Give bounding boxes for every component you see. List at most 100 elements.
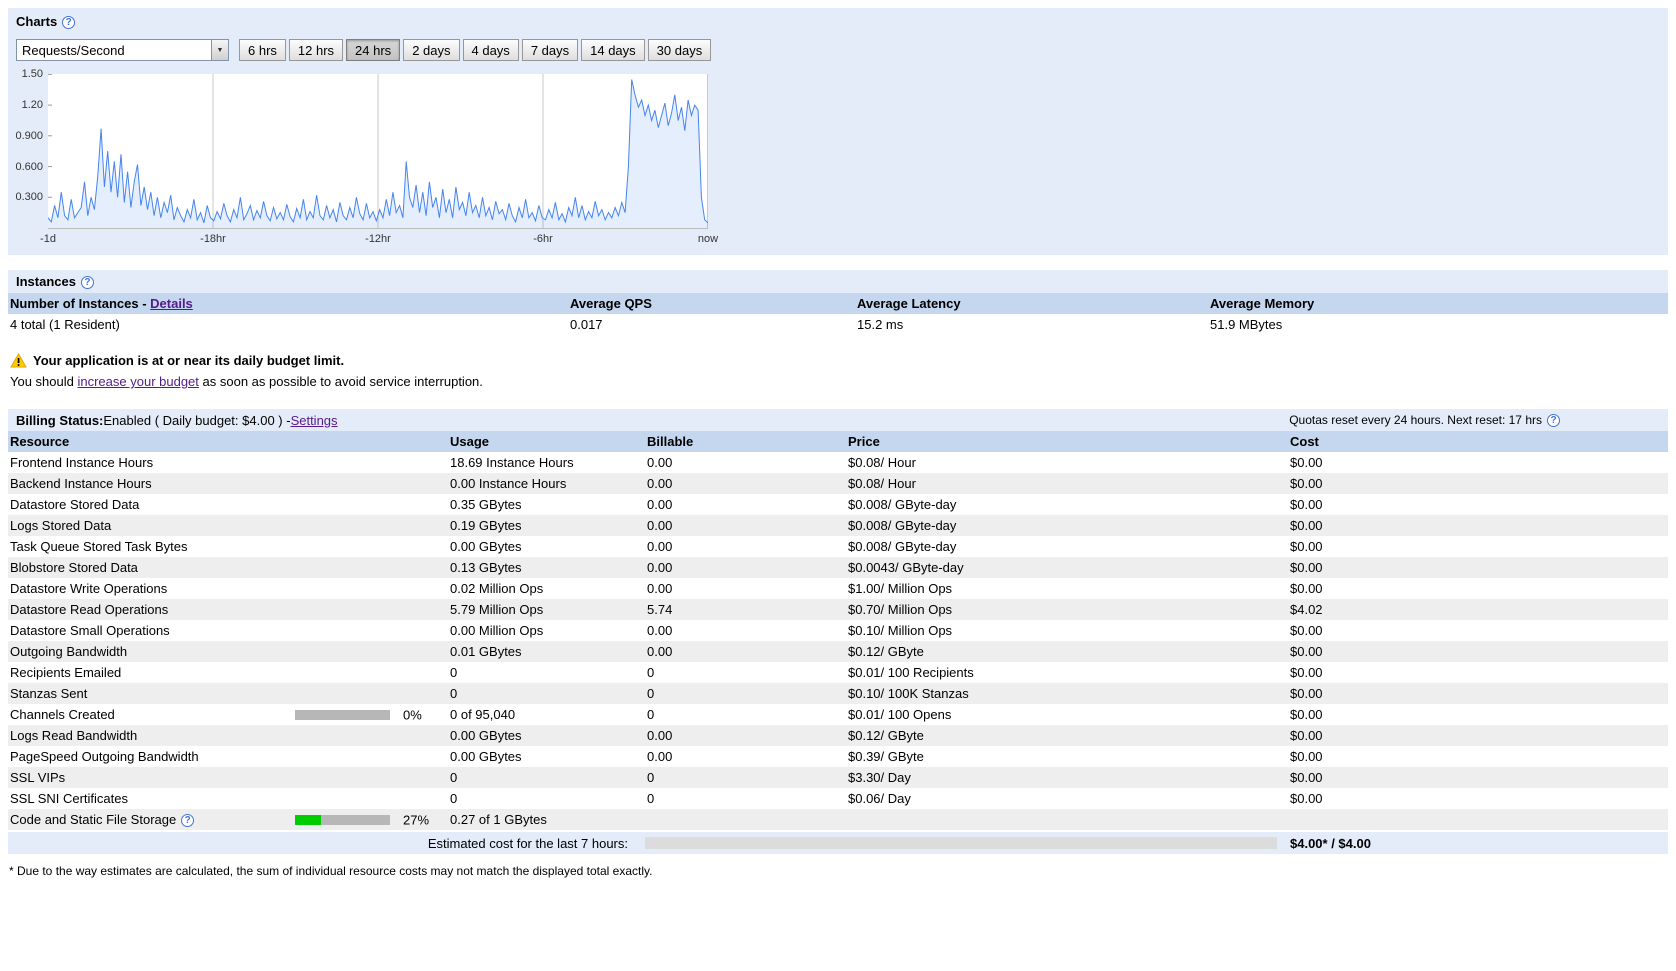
billing-cell-price: $0.06/ Day bbox=[848, 791, 911, 806]
billing-col-resource: Resource bbox=[10, 434, 70, 449]
help-icon[interactable]: ? bbox=[181, 814, 195, 827]
range-button-30-days[interactable]: 30 days bbox=[647, 39, 712, 61]
billing-cell-price: $0.008/ GByte-day bbox=[848, 539, 957, 554]
chart-y-axis: 1.50 1.20 0.900 0.600 0.300 bbox=[15, 68, 46, 231]
resource-label: Logs Read Bandwidth bbox=[10, 728, 138, 743]
billing-cell-usage: 0.19 GBytes bbox=[450, 518, 522, 533]
instances-table: Number of Instances - Details Average QP… bbox=[8, 293, 1668, 335]
y-tick-label: 0.600 bbox=[15, 160, 43, 173]
billing-table: Resource Usage Billable Price Cost Front… bbox=[8, 431, 1668, 830]
billing-col-usage: Usage bbox=[450, 434, 490, 449]
resource-label: Channels Created bbox=[10, 707, 115, 722]
estimate-footnote: * Due to the way estimates are calculate… bbox=[9, 864, 653, 878]
quota-note-text: Quotas reset every 24 hours. Next reset:… bbox=[1289, 413, 1542, 427]
number-of-instances-label: Number of Instances bbox=[10, 296, 139, 311]
billing-row: Task Queue Stored Task Bytes 0.00 GBytes 0… bbox=[8, 536, 1668, 557]
usage-bar bbox=[295, 709, 390, 720]
billing-cell-cost: $0.00 bbox=[1290, 749, 1323, 764]
billing-cell-billable: 0 bbox=[647, 791, 655, 806]
billing-row: Datastore Small Operations 0.00 Million O… bbox=[8, 620, 1668, 641]
billing-cell-price: $1.00/ Million Ops bbox=[848, 581, 953, 596]
billing-cell-cost: $0.00 bbox=[1290, 791, 1323, 806]
billing-cell-usage: 0.00 Instance Hours bbox=[450, 476, 567, 491]
range-button-7-days[interactable]: 7 days bbox=[521, 39, 579, 61]
billing-cell-cost: $0.00 bbox=[1290, 686, 1323, 701]
billing-cell-usage: 0 bbox=[450, 791, 458, 806]
billing-cell-resource: Datastore Read Operations bbox=[8, 599, 448, 620]
usage-bar-fill bbox=[295, 814, 321, 825]
requests-chart-svg bbox=[48, 74, 708, 229]
range-button-14-days[interactable]: 14 days bbox=[581, 39, 645, 61]
budget-warning: Your application is at or near its daily… bbox=[8, 353, 1668, 389]
budget-warning-title: Your application is at or near its daily… bbox=[33, 353, 345, 368]
range-button-6-hrs[interactable]: 6 hrs bbox=[239, 39, 286, 61]
billing-cell-resource: Backend Instance Hours bbox=[8, 473, 448, 494]
billing-cell-billable: 0.00 bbox=[647, 581, 673, 596]
billing-cell-billable: 0.00 bbox=[647, 560, 673, 575]
billing-cell-price: $0.39/ GByte bbox=[848, 749, 924, 764]
instances-title: Instances bbox=[16, 274, 76, 289]
warning-body-suffix: as soon as possible to avoid service int… bbox=[198, 374, 483, 389]
instances-total: 4 total (1 Resident) bbox=[10, 317, 120, 332]
billing-cell-resource: Task Queue Stored Task Bytes bbox=[8, 536, 448, 557]
range-button-24-hrs[interactable]: 24 hrs bbox=[346, 39, 401, 61]
billing-col-price: Price bbox=[848, 434, 880, 449]
instances-title-band: Instances? bbox=[8, 270, 1668, 293]
billing-cell-price: $0.70/ Million Ops bbox=[848, 602, 953, 617]
estimated-cost-value: $4.00* / $4.00 bbox=[1290, 835, 1371, 851]
settings-link[interactable]: Settings bbox=[291, 413, 338, 428]
billing-cell-resource: Outgoing Bandwidth bbox=[8, 641, 448, 662]
billing-row: SSL VIPs 0 0 $3.30/ Day $0.00 bbox=[8, 767, 1668, 788]
warning-body-prefix: You should bbox=[10, 374, 78, 389]
budget-warning-body: You should increase your budget as soon … bbox=[10, 374, 1668, 389]
metric-select[interactable]: Requests/Second ▼ bbox=[16, 39, 229, 61]
range-button-4-days[interactable]: 4 days bbox=[462, 39, 519, 61]
header-separator: - bbox=[138, 296, 151, 311]
instances-col-qps: Average QPS bbox=[570, 296, 652, 311]
details-link[interactable]: Details bbox=[150, 296, 193, 311]
range-button-12-hrs[interactable]: 12 hrs bbox=[288, 39, 344, 61]
charts-section: Charts? Requests/Second ▼ 6 hrs 12 hrs 24 … bbox=[8, 8, 1668, 255]
increase-budget-link[interactable]: increase your budget bbox=[77, 374, 198, 389]
billing-cell-cost: $0.00 bbox=[1290, 476, 1323, 491]
resource-label: Backend Instance Hours bbox=[10, 476, 152, 491]
instances-help-icon[interactable]: ? bbox=[80, 276, 94, 289]
billing-cell-price: $0.10/ Million Ops bbox=[848, 623, 953, 638]
billing-cell-resource: Datastore Write Operations bbox=[8, 578, 448, 599]
range-button-2-days[interactable]: 2 days bbox=[403, 39, 460, 61]
billing-row: Blobstore Stored Data 0.13 GBytes 0.00 $0.0… bbox=[8, 557, 1668, 578]
billing-cell-price: $0.01/ 100 Recipients bbox=[848, 665, 974, 680]
billing-row: Channels Created 0% 0 of 95,040 0 $0.01/ 100… bbox=[8, 704, 1668, 725]
quota-help-icon[interactable]: ? bbox=[1547, 413, 1560, 427]
billing-cell-billable: 0.00 bbox=[647, 623, 673, 638]
x-tick-label: -18hr bbox=[200, 233, 226, 245]
x-tick-label: -6hr bbox=[533, 233, 553, 245]
billing-col-billable: Billable bbox=[647, 434, 694, 449]
billing-cell-resource: Datastore Small Operations bbox=[8, 620, 448, 641]
instances-data-row: 4 total (1 Resident) 0.017 15.2 ms 51.9 … bbox=[8, 314, 1668, 335]
billing-table-body: Frontend Instance Hours 18.69 Instance Ho… bbox=[8, 452, 1668, 830]
usage-bar-percent: 27% bbox=[403, 812, 430, 827]
charts-help-icon[interactable]: ? bbox=[62, 16, 76, 29]
billing-cell-billable: 0.00 bbox=[647, 539, 673, 554]
billing-cell-billable: 0 bbox=[647, 686, 655, 701]
billing-section: Billing Status: Enabled ( Daily budget: … bbox=[8, 409, 1668, 878]
billing-cell-resource: Recipients Emailed bbox=[8, 662, 448, 683]
instances-col-latency: Average Latency bbox=[857, 296, 961, 311]
billing-cell-cost: $0.00 bbox=[1290, 518, 1323, 533]
billing-cell-cost: $4.02 bbox=[1290, 602, 1323, 617]
resource-label: Logs Stored Data bbox=[10, 518, 112, 533]
billing-cell-usage: 0.02 Million Ops bbox=[450, 581, 544, 596]
billing-status-label: Billing Status: bbox=[16, 412, 104, 428]
resource-label: Datastore Write Operations bbox=[10, 581, 168, 596]
billing-cell-usage: 0 bbox=[450, 686, 458, 701]
estimated-cost-row: Estimated cost for the last 7 hours: $4.… bbox=[8, 832, 1668, 854]
billing-cell-cost: $0.00 bbox=[1290, 623, 1323, 638]
billing-header-row: Resource Usage Billable Price Cost bbox=[8, 431, 1668, 452]
billing-cell-resource: Logs Read Bandwidth bbox=[8, 725, 448, 746]
billing-cell-billable: 0 bbox=[647, 707, 655, 722]
billing-cell-price: $0.08/ Hour bbox=[848, 476, 916, 491]
billing-cell-usage: 5.79 Million Ops bbox=[450, 602, 544, 617]
resource-label: Datastore Stored Data bbox=[10, 497, 140, 512]
billing-row: Stanzas Sent 0 0 $0.10/ 100K Stanzas $0.00 bbox=[8, 683, 1668, 704]
